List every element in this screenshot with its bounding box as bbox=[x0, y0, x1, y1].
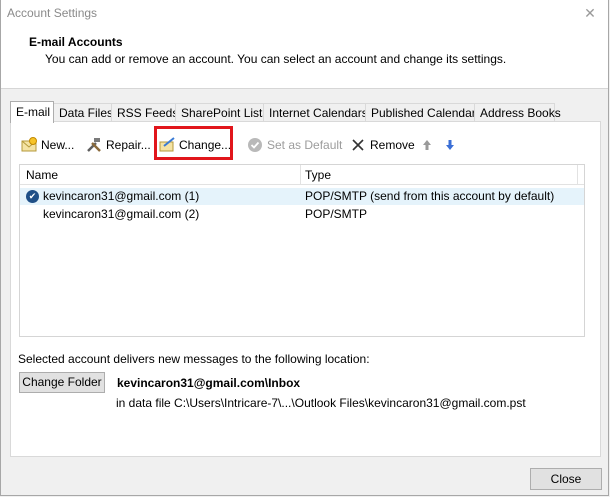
tab-address-books[interactable]: Address Books bbox=[474, 103, 561, 121]
delivery-location-label: Selected account delivers new messages t… bbox=[18, 352, 370, 366]
account-type: POP/SMTP (send from this account by defa… bbox=[305, 189, 555, 203]
account-name: kevincaron31@gmail.com (2) bbox=[43, 207, 200, 221]
column-header-name[interactable]: Name bbox=[26, 168, 58, 182]
list-header: Name Type bbox=[20, 165, 584, 185]
default-account-check-icon: ✔ bbox=[26, 190, 39, 203]
account-settings-window: Account Settings ✕ E-mail Accounts You c… bbox=[0, 0, 609, 496]
account-type: POP/SMTP bbox=[305, 207, 368, 221]
change-button[interactable]: Change... bbox=[159, 135, 231, 155]
table-row[interactable]: kevincaron31@gmail.com (2) POP/SMTP bbox=[20, 206, 584, 223]
check-circle-icon bbox=[247, 137, 264, 153]
repair-tools-icon bbox=[86, 137, 103, 153]
change-folder-button[interactable]: Change Folder bbox=[19, 372, 105, 393]
window-title: Account Settings bbox=[7, 6, 98, 20]
account-name: kevincaron31@gmail.com (1) bbox=[43, 189, 200, 203]
column-divider[interactable] bbox=[300, 165, 301, 185]
move-down-button[interactable] bbox=[442, 135, 462, 155]
set-as-default-label: Set as Default bbox=[267, 138, 343, 152]
arrow-down-icon bbox=[442, 137, 459, 153]
remove-x-icon bbox=[350, 137, 367, 153]
change-account-icon bbox=[159, 137, 176, 153]
tab-internet-calendars[interactable]: Internet Calendars bbox=[263, 103, 368, 121]
close-window-icon[interactable]: ✕ bbox=[578, 1, 602, 25]
repair-button[interactable]: Repair... bbox=[86, 135, 151, 155]
tab-data-files[interactable]: Data Files bbox=[53, 103, 113, 121]
tab-rss-feeds[interactable]: RSS Feeds bbox=[111, 103, 178, 121]
tab-email[interactable]: E-mail bbox=[10, 101, 54, 123]
close-button[interactable]: Close bbox=[530, 468, 602, 490]
change-label: Change... bbox=[179, 138, 232, 152]
remove-label: Remove bbox=[370, 138, 415, 152]
data-file-path: in data file C:\Users\Intricare-7\...\Ou… bbox=[116, 396, 526, 410]
new-account-label: New... bbox=[41, 138, 75, 152]
column-header-type[interactable]: Type bbox=[305, 168, 331, 182]
new-account-button[interactable]: New... bbox=[21, 135, 74, 155]
repair-label: Repair... bbox=[106, 138, 151, 152]
delivery-folder: kevincaron31@gmail.com\Inbox bbox=[117, 376, 301, 390]
header-area: E-mail Accounts You can add or remove an… bbox=[1, 27, 608, 89]
email-tab-panel: New... Repair... Change... Set as Defaul… bbox=[10, 121, 601, 457]
new-mail-icon bbox=[21, 137, 38, 153]
accounts-list[interactable]: Name Type ✔ kevincaron31@gmail.com (1) P… bbox=[19, 164, 585, 337]
page-description: You can add or remove an account. You ca… bbox=[45, 52, 507, 66]
page-title: E-mail Accounts bbox=[29, 35, 123, 49]
arrow-up-icon bbox=[419, 137, 436, 153]
column-divider[interactable] bbox=[577, 165, 578, 185]
tab-published-calendars[interactable]: Published Calendars bbox=[365, 103, 482, 121]
table-row[interactable]: ✔ kevincaron31@gmail.com (1) POP/SMTP (s… bbox=[20, 188, 584, 205]
set-as-default-button[interactable]: Set as Default bbox=[247, 135, 342, 155]
title-bar: Account Settings ✕ bbox=[1, 0, 608, 27]
remove-button[interactable]: Remove bbox=[350, 135, 415, 155]
tab-sharepoint-lists[interactable]: SharePoint Lists bbox=[175, 103, 268, 121]
move-up-button[interactable] bbox=[419, 135, 439, 155]
account-toolbar: New... Repair... Change... Set as Defaul… bbox=[21, 135, 591, 157]
